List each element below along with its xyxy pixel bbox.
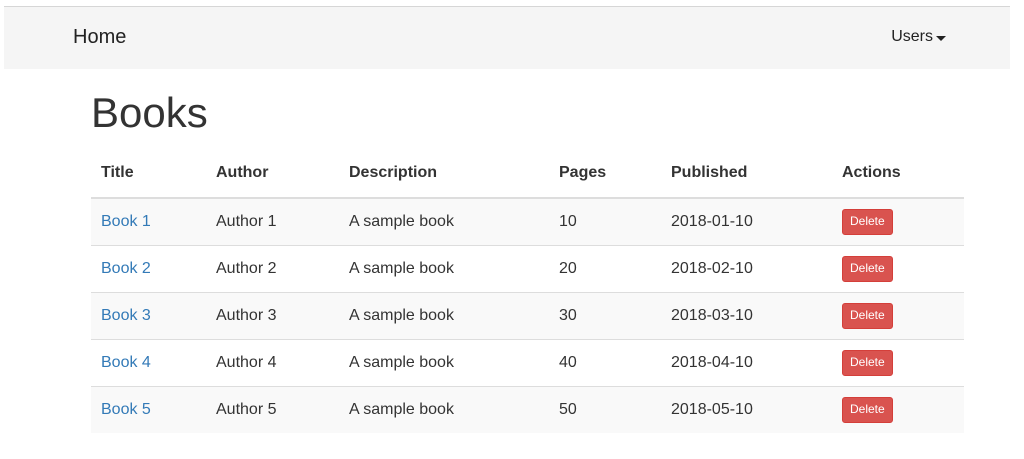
book-description: A sample book	[339, 197, 549, 245]
book-author: Author 3	[206, 291, 339, 339]
delete-button[interactable]: Delete	[842, 349, 893, 376]
delete-button[interactable]: Delete	[842, 208, 893, 235]
table-row: Book 1 Author 1 A sample book 10 2018-01…	[91, 197, 964, 245]
caret-down-icon	[936, 35, 946, 41]
book-pages: 30	[549, 291, 661, 339]
delete-button[interactable]: Delete	[842, 396, 893, 423]
book-published: 2018-03-10	[661, 291, 832, 339]
column-header-author: Author	[206, 148, 339, 199]
table-row: Book 5 Author 5 A sample book 50 2018-05…	[91, 385, 964, 433]
column-header-title: Title	[91, 148, 206, 199]
users-dropdown[interactable]: Users	[891, 26, 946, 48]
book-title-link[interactable]: Book 5	[101, 401, 151, 418]
column-header-description: Description	[339, 148, 549, 199]
book-published: 2018-01-10	[661, 197, 832, 245]
home-link[interactable]: Home	[73, 25, 126, 49]
book-title-link[interactable]: Book 4	[101, 354, 151, 371]
book-title-link[interactable]: Book 3	[101, 307, 151, 324]
table-row: Book 2 Author 2 A sample book 20 2018-02…	[91, 244, 964, 292]
delete-button[interactable]: Delete	[842, 255, 893, 282]
book-description: A sample book	[339, 385, 549, 433]
book-published: 2018-04-10	[661, 338, 832, 386]
table-header-row: Title Author Description Pages Published…	[91, 148, 964, 199]
book-description: A sample book	[339, 244, 549, 292]
book-title-link[interactable]: Book 1	[101, 213, 151, 230]
table-row: Book 4 Author 4 A sample book 40 2018-04…	[91, 338, 964, 386]
book-author: Author 1	[206, 197, 339, 245]
navbar: Home Users	[4, 6, 1010, 69]
book-pages: 10	[549, 197, 661, 245]
book-pages: 50	[549, 385, 661, 433]
book-pages: 20	[549, 244, 661, 292]
book-pages: 40	[549, 338, 661, 386]
column-header-published: Published	[661, 148, 832, 199]
books-table: Title Author Description Pages Published…	[91, 148, 964, 433]
book-description: A sample book	[339, 291, 549, 339]
book-published: 2018-05-10	[661, 385, 832, 433]
book-author: Author 5	[206, 385, 339, 433]
column-header-actions: Actions	[832, 148, 964, 199]
book-author: Author 4	[206, 338, 339, 386]
column-header-pages: Pages	[549, 148, 661, 199]
page-title: Books	[91, 89, 208, 136]
book-description: A sample book	[339, 338, 549, 386]
book-author: Author 2	[206, 244, 339, 292]
users-dropdown-label: Users	[891, 28, 933, 45]
delete-button[interactable]: Delete	[842, 302, 893, 329]
book-published: 2018-02-10	[661, 244, 832, 292]
book-title-link[interactable]: Book 2	[101, 260, 151, 277]
table-row: Book 3 Author 3 A sample book 30 2018-03…	[91, 291, 964, 339]
